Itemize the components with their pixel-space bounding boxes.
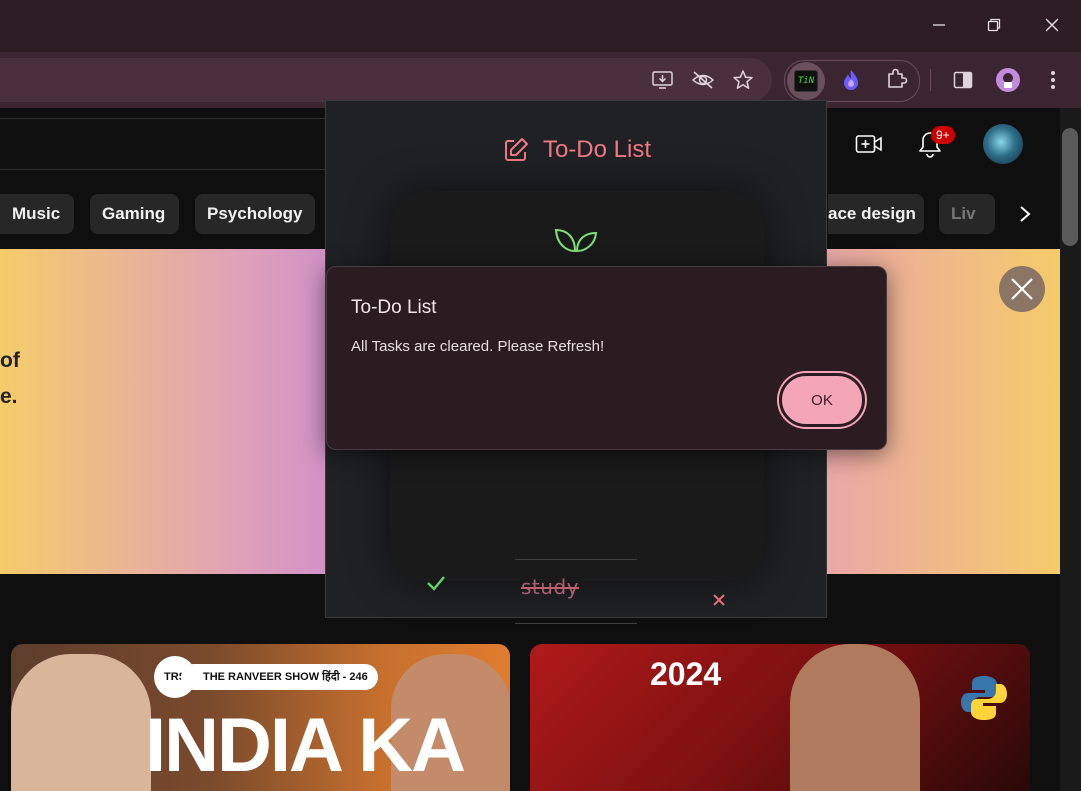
close-icon	[1011, 278, 1033, 300]
task-divider-top	[515, 559, 637, 560]
flame-extension-icon[interactable]	[837, 66, 865, 94]
banner-text-line-1: of	[0, 349, 20, 372]
chip-space-design[interactable]: ace design	[828, 194, 924, 234]
thumbnail-year: 2024	[650, 656, 722, 692]
restore-button[interactable]	[979, 10, 1009, 40]
delete-task-icon[interactable]	[713, 593, 725, 611]
minimize-button[interactable]	[924, 10, 954, 40]
task-item-text: study	[521, 575, 579, 599]
eye-off-icon[interactable]	[689, 66, 717, 94]
show-title-pill: THE RANVEER SHOW हिंदी - 246	[181, 664, 378, 690]
chip-live[interactable]: Liv	[939, 194, 995, 234]
banner-close-button[interactable]	[999, 266, 1045, 312]
browser-titlebar	[0, 0, 1081, 52]
install-app-icon[interactable]	[649, 66, 677, 94]
thumbnail-headline: INDIA KA	[145, 703, 466, 788]
puzzle-extensions-icon[interactable]	[883, 65, 911, 93]
browser-menu-icon[interactable]	[1039, 66, 1067, 94]
todo-extension-icon: TiN	[794, 70, 818, 92]
banner-text-line-2: e.	[0, 385, 18, 408]
account-avatar[interactable]	[983, 124, 1023, 164]
restore-icon	[987, 18, 1001, 32]
chip-gaming[interactable]: Gaming	[90, 194, 179, 234]
toolbar-divider	[930, 69, 931, 91]
chevron-right-icon[interactable]	[1011, 200, 1039, 228]
create-video-icon[interactable]	[855, 130, 883, 158]
close-icon	[1045, 18, 1059, 32]
edit-icon	[504, 138, 528, 161]
video-thumbnail-1[interactable]: TRS THE RANVEER SHOW हिंदी - 246 INDIA K…	[11, 644, 510, 791]
todo-extension-button[interactable]: TiN	[787, 62, 825, 100]
alert-dialog: To-Do List All Tasks are cleared. Please…	[326, 266, 887, 450]
task-divider-bottom	[515, 623, 637, 624]
chip-music[interactable]: Music	[0, 194, 74, 234]
ok-button[interactable]: OK	[779, 373, 865, 427]
side-panel-icon[interactable]	[949, 66, 977, 94]
minimize-icon	[933, 24, 945, 26]
scrollbar-thumb[interactable]	[1062, 128, 1078, 246]
close-window-button[interactable]	[1037, 10, 1067, 40]
leaf-icon	[553, 225, 599, 258]
notification-badge: 9+	[931, 126, 955, 144]
thumbnail-person-left	[11, 654, 151, 791]
thumbnail-person	[790, 644, 920, 791]
popup-header: To-Do List	[326, 136, 828, 164]
bookmark-star-icon[interactable]	[729, 66, 757, 94]
dialog-message: All Tasks are cleared. Please Refresh!	[351, 338, 605, 355]
task-done-checkmark-icon[interactable]	[426, 575, 446, 596]
chip-psychology[interactable]: Psychology	[195, 194, 315, 234]
youtube-search-area[interactable]	[0, 118, 330, 170]
profile-avatar[interactable]	[994, 66, 1022, 94]
python-logo-icon	[958, 672, 1010, 724]
dialog-title: To-Do List	[351, 297, 437, 318]
popup-title: To-Do List	[542, 136, 652, 163]
video-thumbnail-2[interactable]: 2024	[530, 644, 1030, 791]
